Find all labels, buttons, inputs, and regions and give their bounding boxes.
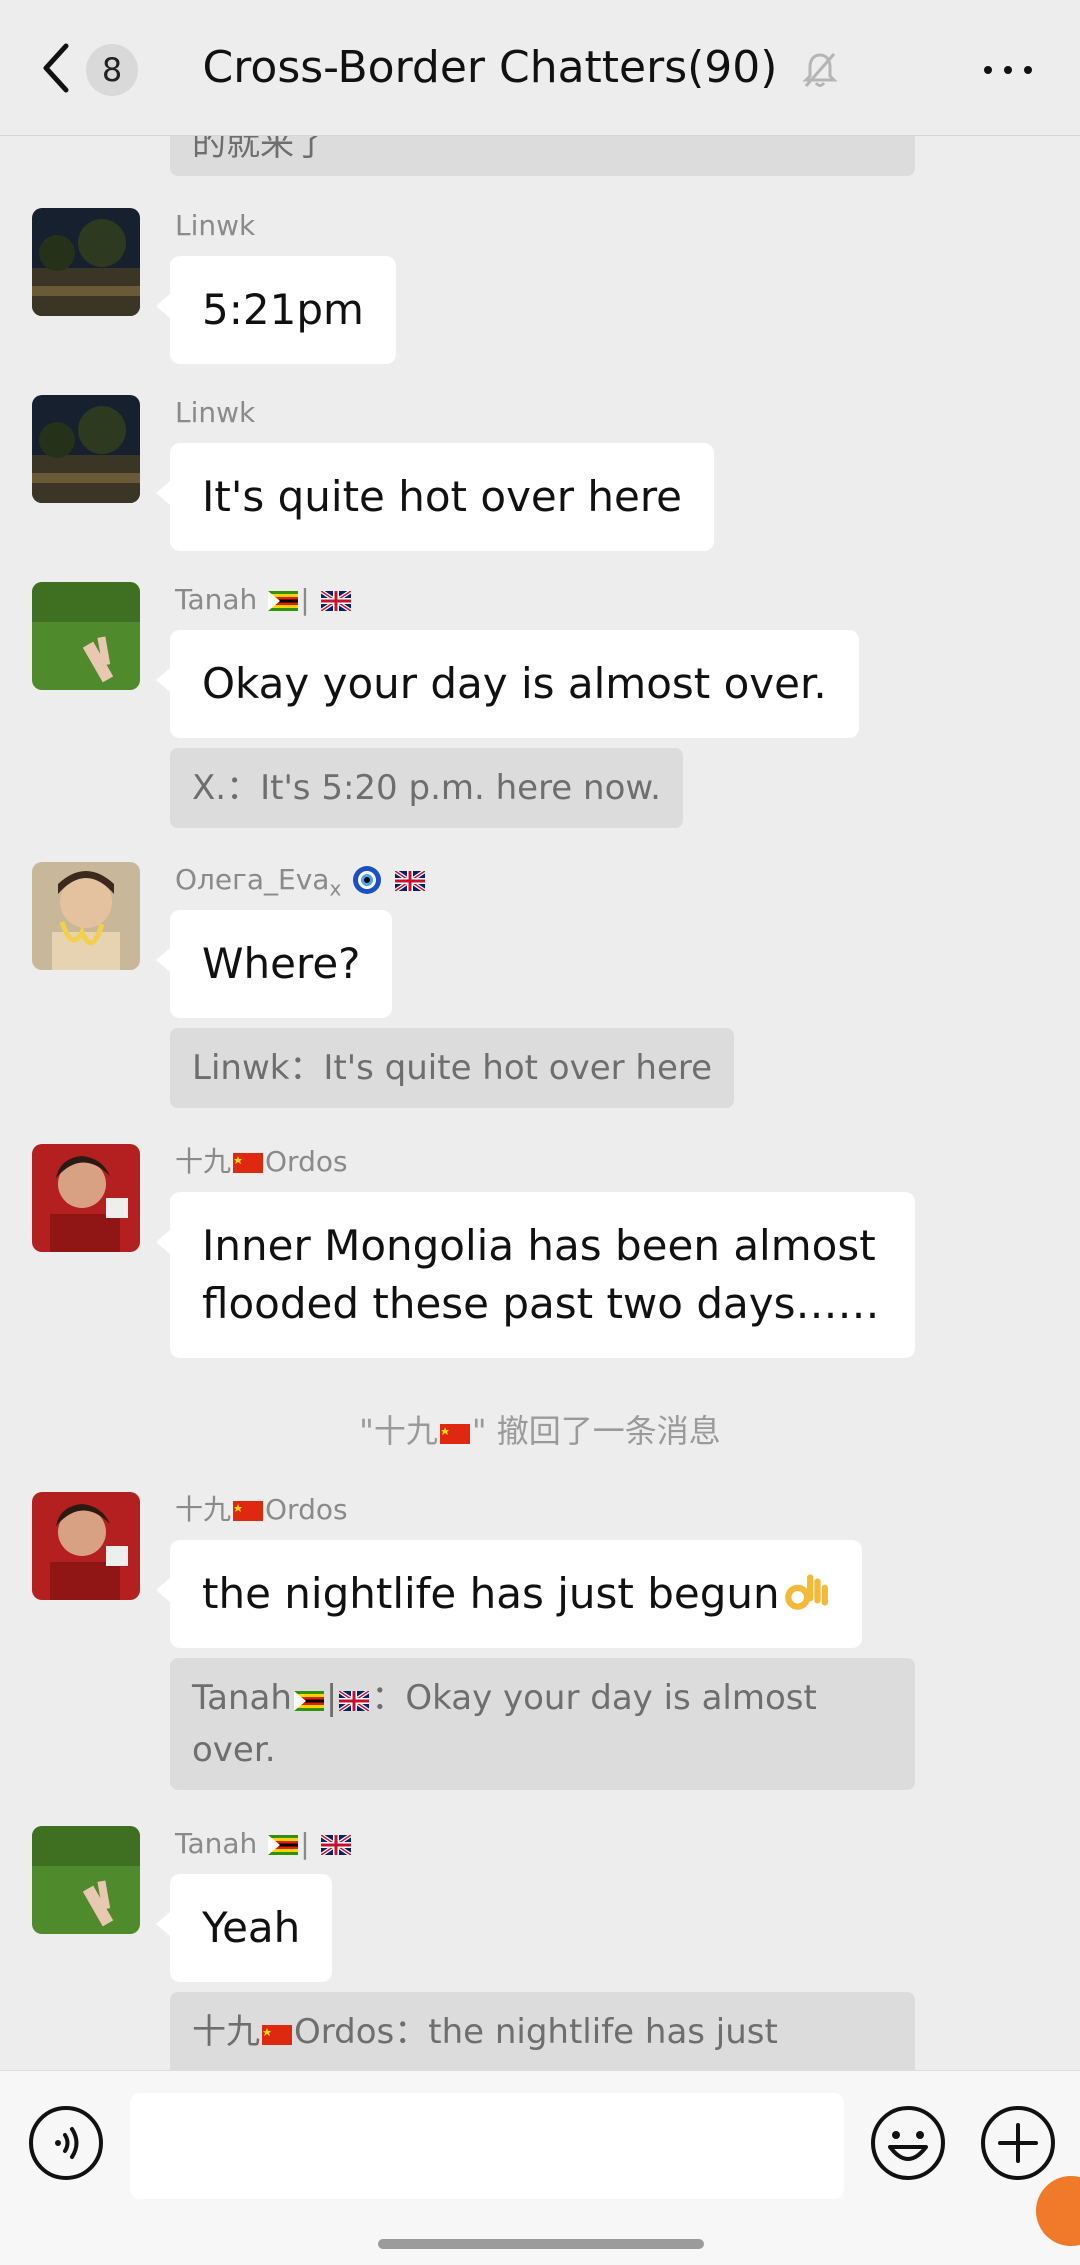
- quoted-reply[interactable]: Tanah | ：Okay your day is almost over.: [170, 1658, 915, 1790]
- avatar-tanah[interactable]: [32, 1826, 140, 1934]
- home-indicator[interactable]: [378, 2239, 704, 2249]
- message-bubble[interactable]: It's quite hot over here: [155, 443, 715, 551]
- china-flag-icon: [233, 1501, 264, 1521]
- avatar-olega-eva[interactable]: [32, 862, 140, 970]
- message-input[interactable]: [130, 2093, 844, 2199]
- avatar-shijiu-ordos[interactable]: [32, 1492, 140, 1600]
- avatar-linwk[interactable]: [32, 208, 140, 316]
- quoted-reply[interactable]: X.：It's 5:20 p.m. here now.: [170, 748, 683, 828]
- more-dots-icon[interactable]: [980, 52, 1036, 88]
- message-bubble[interactable]: Yeah: [155, 1874, 333, 1982]
- chat-header: 8 Cross-Border Chatters(90): [0, 0, 1080, 136]
- message-bubble[interactable]: 5:21pm: [156, 256, 396, 364]
- evil-eye-icon: [353, 866, 382, 894]
- input-bar: [0, 2070, 1080, 2265]
- zimbabwe-flag-icon: [268, 1835, 299, 1855]
- avatar-shijiu-ordos[interactable]: [32, 1144, 140, 1252]
- uk-flag-icon: [339, 1691, 370, 1711]
- sender-name: Linwk: [175, 209, 256, 242]
- message-bubble[interactable]: Where?: [155, 910, 393, 1018]
- sender-name: Linwk: [175, 396, 256, 429]
- plus-icon[interactable]: [980, 2105, 1056, 2181]
- sender-name: Tanah |: [175, 1826, 353, 1862]
- message-bubble[interactable]: Okay your day is almost over.: [156, 630, 859, 738]
- china-flag-icon: [439, 1424, 470, 1444]
- emoji-icon[interactable]: [870, 2105, 946, 2181]
- unread-count-badge[interactable]: 8: [86, 44, 138, 96]
- uk-flag-icon: [320, 1835, 351, 1855]
- bell-off-icon: [802, 53, 838, 87]
- ok-hand-emoji: [784, 1574, 828, 1610]
- sender-name: Олега_Evax: [175, 862, 427, 907]
- quoted-reply[interactable]: 十九 Ordos：the nightlife has just: [170, 1992, 915, 2070]
- message-list[interactable]: 的就来了 Linwk 5:21pm Linwk It's quite hot o…: [0, 136, 1080, 2070]
- china-flag-icon: [233, 1153, 264, 1173]
- message-line: Inner Mongolia has been almost: [202, 1221, 876, 1270]
- message-bubble[interactable]: the nightlife has just begun: [156, 1540, 862, 1648]
- quote-fragment: 的就来了: [170, 136, 915, 176]
- zimbabwe-flag-icon: [293, 1691, 324, 1711]
- avatar-tanah[interactable]: [32, 582, 140, 690]
- quoted-reply[interactable]: Linwk：It's quite hot over here: [170, 1028, 735, 1108]
- avatar-linwk[interactable]: [32, 395, 140, 503]
- chat-title: Cross-Border Chatters(90): [202, 42, 778, 93]
- sender-name: 十九 Ordos: [175, 1145, 348, 1178]
- china-flag-icon: [262, 2025, 292, 2045]
- uk-flag-icon: [320, 591, 351, 611]
- sender-name: 十九 Ordos: [175, 1493, 348, 1526]
- quote-line: Tanah | ：Okay your day is almost: [192, 1678, 817, 1718]
- uk-flag-icon: [395, 871, 426, 891]
- chevron-left-icon[interactable]: [36, 38, 76, 98]
- recall-notice: "十九 " 撤回了一条消息: [359, 1412, 721, 1450]
- sender-name: Tanah |: [175, 582, 353, 618]
- voice-icon[interactable]: [28, 2105, 104, 2181]
- message-bubble[interactable]: Inner Mongolia has been almost flooded t…: [156, 1192, 915, 1358]
- quote-line: over.: [192, 1730, 276, 1770]
- message-line: flooded these past two days……: [202, 1279, 880, 1328]
- zimbabwe-flag-icon: [268, 591, 299, 611]
